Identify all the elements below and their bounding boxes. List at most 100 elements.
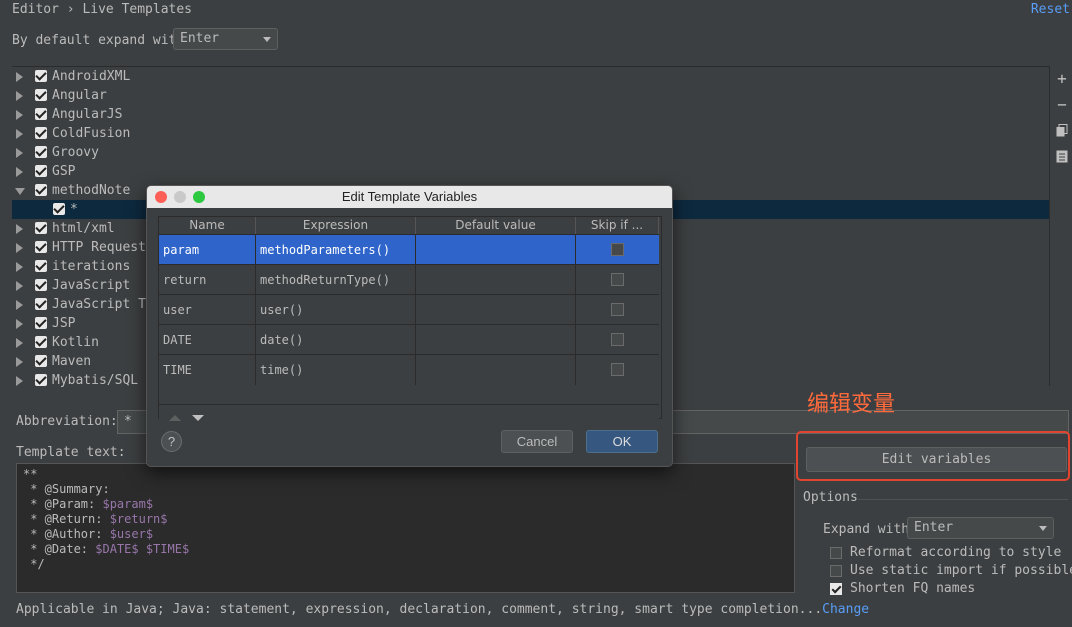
move-up-icon[interactable] xyxy=(169,415,181,421)
table-row[interactable]: user user() xyxy=(159,294,659,325)
tree-item-label: Mybatis/SQL xyxy=(52,373,139,388)
expand-arrow-icon[interactable] xyxy=(16,243,23,253)
tree-group-item[interactable]: Groovy xyxy=(12,143,1049,162)
tree-checkbox[interactable] xyxy=(35,146,47,158)
skip-if-defined-checkbox[interactable] xyxy=(611,333,624,346)
cell-name[interactable]: return xyxy=(159,265,256,295)
template-line-text: * @Date: xyxy=(23,542,96,556)
shorten-fq-label: Shorten FQ names xyxy=(850,581,976,596)
table-row[interactable]: param methodParameters() xyxy=(159,234,659,265)
tree-checkbox[interactable] xyxy=(35,241,47,253)
column-header[interactable]: Default value xyxy=(416,217,576,234)
default-expand-select[interactable]: Enter xyxy=(173,28,278,50)
tree-group-item[interactable]: ColdFusion xyxy=(12,124,1049,143)
cell-expression[interactable]: user() xyxy=(256,295,416,325)
tree-checkbox[interactable] xyxy=(35,165,47,177)
tree-checkbox[interactable] xyxy=(53,203,65,215)
tree-item-label: * xyxy=(70,202,78,217)
change-link[interactable]: Change xyxy=(822,602,869,617)
cell-name[interactable]: DATE xyxy=(159,325,256,355)
expand-arrow-icon[interactable] xyxy=(16,319,23,329)
tree-group-item[interactable]: AndroidXML xyxy=(12,67,1049,86)
cell-expression[interactable]: time() xyxy=(256,355,416,385)
shorten-fq-checkbox[interactable] xyxy=(830,583,842,595)
tree-group-item[interactable]: AngularJS xyxy=(12,105,1049,124)
tree-checkbox[interactable] xyxy=(35,222,47,234)
tree-checkbox[interactable] xyxy=(35,127,47,139)
template-line-text: ** xyxy=(23,467,38,481)
cell-name[interactable]: user xyxy=(159,295,256,325)
table-row[interactable]: TIME time() xyxy=(159,354,659,385)
static-import-checkbox[interactable] xyxy=(830,565,842,577)
skip-if-defined-checkbox[interactable] xyxy=(611,363,624,376)
help-button[interactable]: ? xyxy=(161,431,182,452)
column-header[interactable]: Skip if ... xyxy=(576,217,659,234)
tree-checkbox[interactable] xyxy=(35,374,47,386)
expand-arrow-icon[interactable] xyxy=(16,91,23,101)
reset-link[interactable]: Reset xyxy=(1031,2,1070,17)
tree-item-label: methodNote xyxy=(52,183,131,198)
expand-arrow-icon[interactable] xyxy=(16,72,23,82)
expand-arrow-icon[interactable] xyxy=(16,300,23,310)
dialog-titlebar[interactable]: Edit Template Variables xyxy=(147,186,672,208)
reformat-checkbox[interactable] xyxy=(830,547,842,559)
cell-default[interactable] xyxy=(416,235,576,265)
template-line-text: * @Summary: xyxy=(23,482,110,496)
static-import-label: Use static import if possible xyxy=(850,563,1072,578)
expand-arrow-icon[interactable] xyxy=(16,110,23,120)
expand-arrow-icon[interactable] xyxy=(16,129,23,139)
tree-group-item[interactable]: GSP xyxy=(12,162,1049,181)
abbreviation-label: Abbreviation: xyxy=(16,414,118,429)
expand-arrow-icon[interactable] xyxy=(16,148,23,158)
move-down-icon[interactable] xyxy=(192,415,204,421)
table-row[interactable]: DATE date() xyxy=(159,324,659,355)
cell-default[interactable] xyxy=(416,295,576,325)
skip-if-defined-checkbox[interactable] xyxy=(611,303,624,316)
expand-arrow-icon[interactable] xyxy=(16,262,23,272)
expand-arrow-icon[interactable] xyxy=(16,357,23,367)
collapse-arrow-icon[interactable] xyxy=(15,188,25,195)
ok-button[interactable]: OK xyxy=(586,430,658,453)
expand-with-select[interactable]: Enter xyxy=(907,517,1054,539)
tree-checkbox[interactable] xyxy=(35,336,47,348)
tree-checkbox[interactable] xyxy=(35,70,47,82)
expand-arrow-icon[interactable] xyxy=(16,167,23,177)
copy-icon[interactable] xyxy=(1055,124,1069,138)
cell-name[interactable]: TIME xyxy=(159,355,256,385)
cell-name[interactable]: param xyxy=(159,235,256,265)
list-icon[interactable] xyxy=(1055,150,1069,164)
tree-checkbox[interactable] xyxy=(35,89,47,101)
template-line: * @Summary: xyxy=(23,482,788,497)
cell-expression[interactable]: methodParameters() xyxy=(256,235,416,265)
template-variable: $DATE$ $TIME$ xyxy=(95,542,190,556)
expand-arrow-icon[interactable] xyxy=(16,224,23,234)
tree-checkbox[interactable] xyxy=(35,317,47,329)
tree-checkbox[interactable] xyxy=(35,260,47,272)
cancel-button[interactable]: Cancel xyxy=(501,430,573,453)
tree-group-item[interactable]: Angular xyxy=(12,86,1049,105)
cell-expression[interactable]: date() xyxy=(256,325,416,355)
tree-item-label: AndroidXML xyxy=(52,69,131,84)
tree-checkbox[interactable] xyxy=(35,298,47,310)
tree-checkbox[interactable] xyxy=(35,184,47,196)
expand-arrow-icon[interactable] xyxy=(16,376,23,386)
tree-checkbox[interactable] xyxy=(35,279,47,291)
table-row[interactable]: return methodReturnType() xyxy=(159,264,659,295)
tree-checkbox[interactable] xyxy=(35,108,47,120)
expand-arrow-icon[interactable] xyxy=(16,338,23,348)
column-header[interactable]: Name xyxy=(159,217,256,234)
template-text-editor[interactable]: ** * @Summary: * @Param: $param$ * @Retu… xyxy=(16,463,795,593)
tree-checkbox[interactable] xyxy=(35,355,47,367)
tree-item-label: AngularJS xyxy=(52,107,123,122)
expand-arrow-icon[interactable] xyxy=(16,281,23,291)
edit-variables-button[interactable]: Edit variables xyxy=(806,447,1067,472)
add-icon[interactable]: + xyxy=(1055,71,1069,87)
cell-default[interactable] xyxy=(416,355,576,385)
cell-default[interactable] xyxy=(416,325,576,355)
cell-default[interactable] xyxy=(416,265,576,295)
skip-if-defined-checkbox[interactable] xyxy=(611,243,624,256)
remove-icon[interactable]: − xyxy=(1055,97,1069,113)
skip-if-defined-checkbox[interactable] xyxy=(611,273,624,286)
column-header[interactable]: Expression xyxy=(256,217,416,234)
cell-expression[interactable]: methodReturnType() xyxy=(256,265,416,295)
